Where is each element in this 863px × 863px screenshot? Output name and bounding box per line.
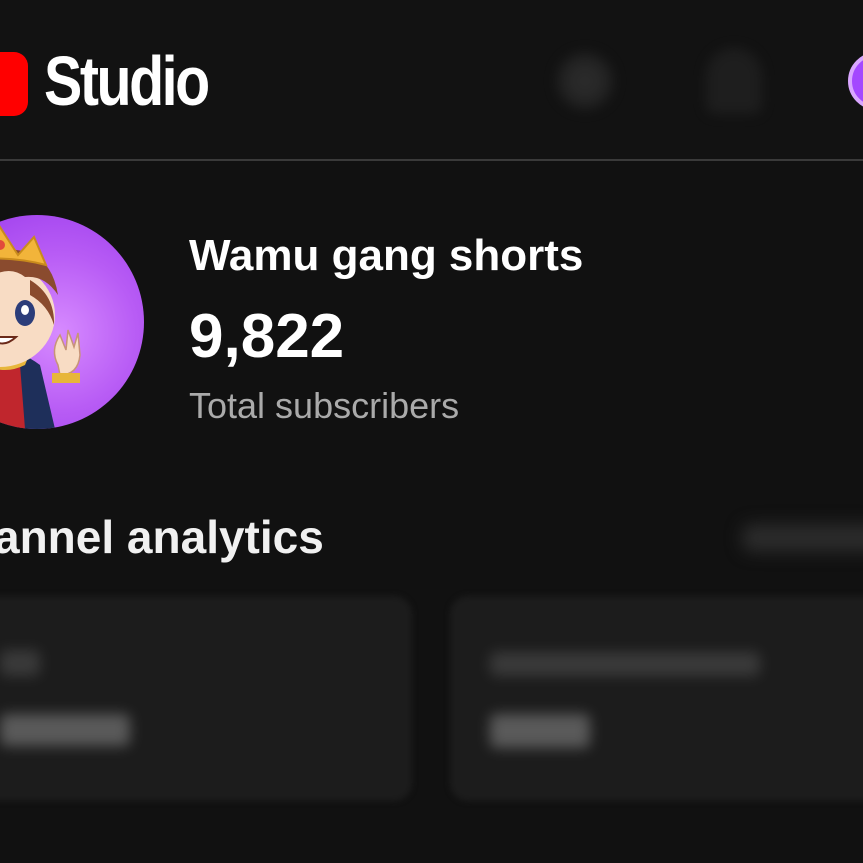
subscriber-label: Total subscribers <box>189 385 460 426</box>
subscriber-count: 9,822 <box>189 302 345 371</box>
channel-avatar[interactable] <box>0 215 144 429</box>
header-divider <box>0 159 863 161</box>
studio-page: Studio Wamu gang shorts 9,822 Total subs… <box>0 0 863 863</box>
top-app-bar: Studio <box>0 0 863 160</box>
search-icon[interactable] <box>556 52 614 110</box>
channel-avatar-illustration <box>0 225 81 429</box>
card-value-placeholder <box>0 714 130 746</box>
card-value-placeholder <box>490 714 590 748</box>
date-range-selector[interactable] <box>742 524 863 552</box>
channel-analytics-heading: annel analytics <box>0 511 324 563</box>
channel-name: Wamu gang shorts <box>189 231 584 280</box>
youtube-logo-icon[interactable] <box>0 52 28 116</box>
bell-icon[interactable] <box>706 48 762 114</box>
card-label-placeholder <box>0 650 40 676</box>
app-title: Studio <box>44 42 210 120</box>
account-avatar[interactable] <box>848 52 863 110</box>
analytics-card-watch-time[interactable] <box>450 596 863 801</box>
card-label-placeholder <box>490 652 760 676</box>
analytics-card-views[interactable] <box>0 596 412 801</box>
